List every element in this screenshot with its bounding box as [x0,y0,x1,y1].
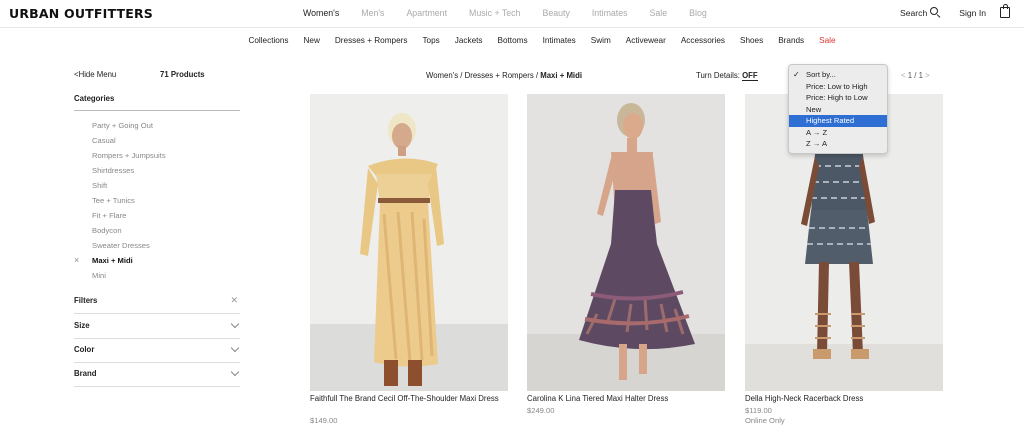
logo[interactable]: URBAN OUTFITTERS [9,6,153,21]
category-fit-flare[interactable]: Fit + Flare [92,211,166,226]
category-bodycon[interactable]: Bodycon [92,226,166,241]
category-sweater-dresses[interactable]: Sweater Dresses [92,241,166,256]
nav-beauty[interactable]: Beauty [542,8,569,18]
nav-womens[interactable]: Women's [303,8,339,18]
catnav-activewear[interactable]: Activewear [626,36,666,52]
sort-option-price-low-high[interactable]: Price: Low to High [789,81,887,93]
breadcrumb-current: Maxi + Midi [540,71,583,80]
pagination: < 1 / 1 > [901,71,930,80]
remove-category-icon[interactable]: × [74,255,79,265]
category-shift[interactable]: Shift [92,181,166,196]
category-nav: Collections New Dresses + Rompers Tops J… [0,36,1024,52]
nav-sale[interactable]: Sale [650,8,668,18]
nav-music-tech[interactable]: Music + Tech [469,8,520,18]
primary-nav: Women's Men's Apartment Music + Tech Bea… [303,8,729,18]
product-name[interactable]: Della High-Neck Racerback Dress [745,394,935,404]
catnav-brands[interactable]: Brands [778,36,804,52]
breadcrumb-path[interactable]: Women's / Dresses + Rompers / [426,71,540,80]
sort-option-z-a[interactable]: Z → A [789,138,887,150]
category-tee-tunics[interactable]: Tee + Tunics [92,196,166,211]
catnav-dresses-rompers[interactable]: Dresses + Rompers [335,36,408,52]
product-price: $249.00 [527,406,555,415]
catnav-accessories[interactable]: Accessories [681,36,725,52]
prev-page-icon[interactable]: < [901,71,906,80]
hide-menu-button[interactable]: <Hide Menu [74,70,116,79]
product-name[interactable]: Carolina K Lina Tiered Maxi Halter Dress [527,394,717,404]
product-price: $149.00 [310,416,338,425]
catnav-bottoms[interactable]: Bottoms [498,36,528,52]
filter-color-label: Color [74,345,95,354]
nav-blog[interactable]: Blog [689,8,707,18]
chevron-down-icon [230,343,240,353]
product-name[interactable]: Faithfull The Brand Cecil Off-The-Should… [310,394,500,404]
sort-option-price-high-low[interactable]: Price: High to Low [789,92,887,104]
catnav-tops[interactable]: Tops [422,36,439,52]
online-only-badge: Online Only [745,416,785,425]
turn-details-value[interactable]: OFF [742,71,758,81]
catnav-shoes[interactable]: Shoes [740,36,763,52]
category-maxi-midi-label: Maxi + Midi [92,256,133,265]
sort-option-highest-rated[interactable]: Highest Rated [789,115,887,127]
catnav-intimates[interactable]: Intimates [543,36,576,52]
filter-color[interactable]: Color [74,339,240,363]
chevron-down-icon [230,367,240,377]
sort-dropdown-menu: ✓ Sort by... Price: Low to High Price: Hi… [788,64,888,154]
filter-brand[interactable]: Brand [74,363,240,387]
next-page-icon[interactable]: > [925,71,930,80]
search-icon [930,7,941,19]
product-price: $119.00 [745,406,772,415]
shopping-bag-icon[interactable] [1000,4,1010,18]
catnav-collections[interactable]: Collections [248,36,288,52]
sort-option-a-z[interactable]: A → Z [789,127,887,139]
catnav-sale[interactable]: Sale [819,36,835,52]
category-mini[interactable]: Mini [92,271,166,286]
chevron-down-icon [230,319,240,329]
page-current: 1 [907,71,913,80]
top-header: URBAN OUTFITTERS Women's Men's Apartment… [0,0,1024,28]
product-image[interactable] [527,94,725,391]
filters-label: Filters [74,296,98,305]
hide-menu-label: Hide Menu [78,70,117,79]
turn-details-toggle: Turn Details: OFF [696,71,758,81]
product-image[interactable] [310,94,508,391]
breadcrumb: Women's / Dresses + Rompers / Maxi + Mid… [426,71,582,80]
filter-brand-label: Brand [74,369,97,378]
sort-option-label: Sort by... [806,70,836,79]
page-total: 1 [918,71,923,80]
product-count: 71 Products [160,70,205,79]
filter-size-label: Size [74,321,90,330]
category-maxi-midi[interactable]: × Maxi + Midi [74,255,166,271]
category-party-going-out[interactable]: Party + Going Out [92,121,166,136]
category-shirtdresses[interactable]: Shirtdresses [92,166,166,181]
categories-heading: Categories [74,94,115,103]
category-list: Party + Going Out Casual Rompers + Jumps… [74,121,166,286]
catnav-swim[interactable]: Swim [591,36,611,52]
checkmark-icon: ✓ [793,70,800,79]
sort-option-default[interactable]: ✓ Sort by... [789,69,887,81]
category-rompers-jumpsuits[interactable]: Rompers + Jumpsuits [92,151,166,166]
search-button[interactable]: Search [900,7,941,19]
nav-mens[interactable]: Men's [361,8,384,18]
catnav-jackets[interactable]: Jackets [455,36,483,52]
search-label: Search [900,7,928,18]
header-actions: Search Sign In [900,4,1010,19]
filter-size[interactable]: Size [74,315,240,339]
catnav-new[interactable]: New [303,36,319,52]
nav-apartment[interactable]: Apartment [406,8,447,18]
turn-details-label: Turn Details: [696,71,740,80]
sign-in-link[interactable]: Sign In [959,8,986,18]
divider [74,110,240,111]
clear-filters-icon[interactable]: ✕ [230,295,238,306]
nav-intimates[interactable]: Intimates [592,8,628,18]
sort-option-new[interactable]: New [789,104,887,116]
filters-header: Filters ✕ [74,290,240,314]
category-casual[interactable]: Casual [92,136,166,151]
